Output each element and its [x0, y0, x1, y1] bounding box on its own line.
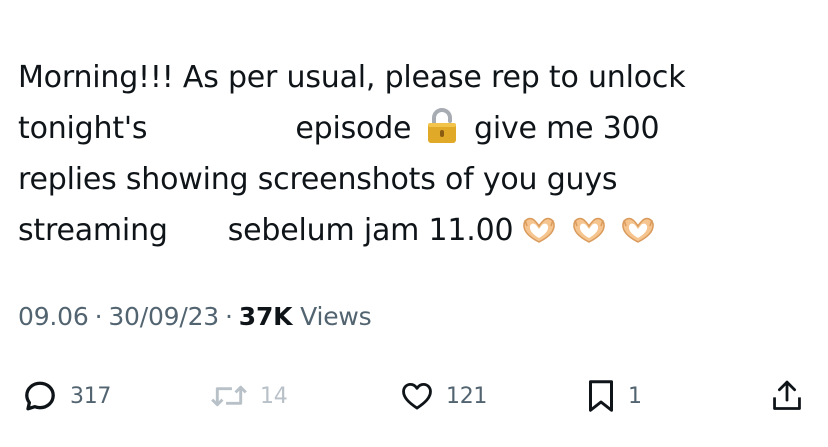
tweet-time[interactable]: 09.06	[18, 302, 89, 331]
redacted-text	[167, 216, 228, 247]
tweet-text-segment: give me 300	[473, 111, 660, 146]
retweet-icon	[211, 385, 247, 407]
reply-count: 317	[70, 383, 112, 409]
lock-icon	[427, 108, 456, 143]
retweet-count: 14	[260, 383, 288, 409]
redacted-text	[147, 114, 296, 145]
tweet-text-segment: episode	[295, 111, 412, 146]
tweet-line-3: replies showing screenshots of you guys	[18, 154, 808, 205]
views-label[interactable]: Views	[300, 302, 372, 331]
heart-hands-icon	[523, 217, 556, 243]
tweet-line-1: Morning!!! As per usual, please rep to u…	[18, 52, 808, 103]
separator-dot: ·	[94, 302, 103, 331]
heart-icon	[402, 382, 432, 410]
tweet-text-segment: streaming	[18, 213, 168, 248]
tweet-text: Morning!!! As per usual, please rep to u…	[18, 52, 808, 256]
like-button[interactable]: 121	[400, 372, 487, 420]
tweet-text-segment: tonight's	[18, 111, 148, 146]
retweet-button[interactable]: 14	[210, 372, 288, 420]
tweet-line-4: streaming sebelum jam 11.00	[18, 205, 808, 256]
heart-hands-icon	[572, 217, 605, 243]
tweet-text-segment: replies showing screenshots of you guys	[18, 162, 618, 197]
tweet-text-segment: Morning!!! As per usual, please rep to u…	[18, 60, 686, 95]
reply-button[interactable]: 317	[22, 372, 111, 420]
reply-icon	[25, 381, 55, 411]
tweet-text-segment: sebelum jam 11.00	[227, 213, 514, 248]
heart-hands-icon	[622, 217, 654, 243]
tweet-metadata: 09.06 · 30/09/23 · 37K Views	[18, 302, 372, 331]
views-count[interactable]: 37K	[239, 302, 293, 331]
bookmark-count: 1	[628, 383, 642, 409]
like-count: 121	[446, 383, 488, 409]
heart-hands-emoji-group	[521, 209, 660, 260]
tweet-action-bar: 317 14 121 1	[0, 372, 828, 420]
share-icon	[773, 380, 801, 410]
share-button[interactable]	[770, 372, 804, 420]
separator-dot: ·	[225, 302, 233, 331]
tweet-date[interactable]: 30/09/23	[108, 302, 219, 331]
bookmark-button[interactable]: 1	[586, 372, 642, 420]
bookmark-icon	[589, 380, 613, 412]
tweet-line-2: tonight's episode give me 300	[18, 103, 808, 154]
